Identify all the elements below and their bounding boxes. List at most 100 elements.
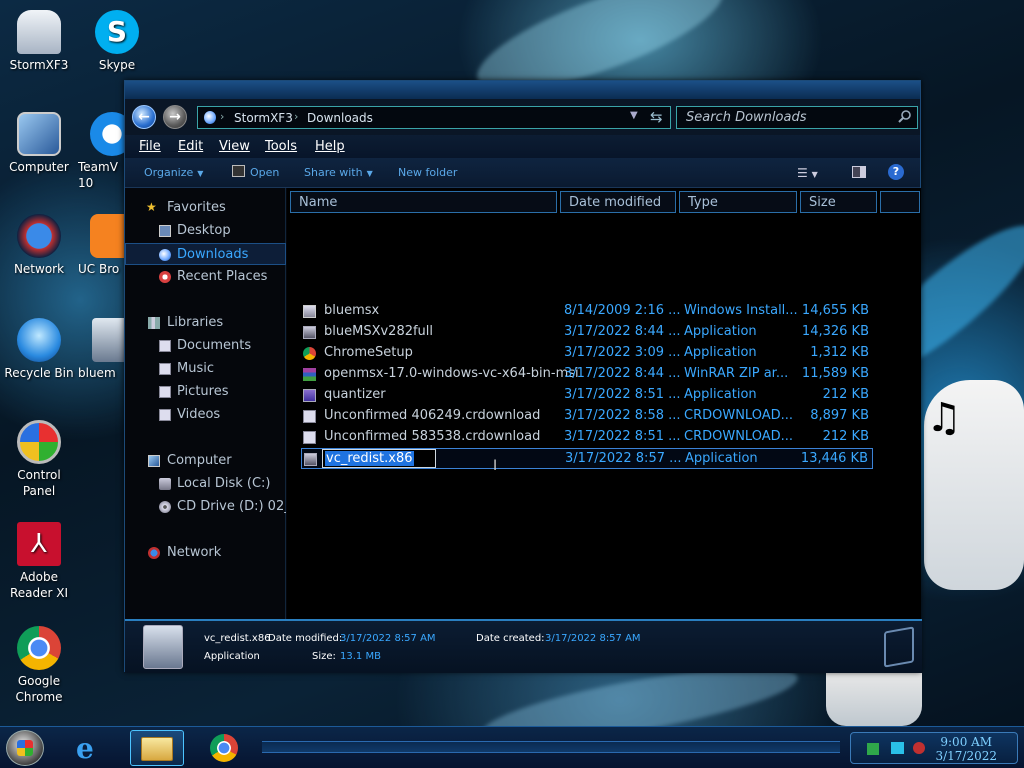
nav-computer[interactable]: Computer [125,450,286,472]
desktop-icon-computer[interactable]: Computer [0,112,78,175]
clock[interactable]: 9:00 AM 3/17/2022 [935,735,997,763]
organize-button[interactable]: Organize ▼ [144,166,203,179]
file-icon [303,431,316,444]
nav-local-disk[interactable]: Local Disk (C:) [125,473,286,495]
nav-recent-places[interactable]: Recent Places [125,266,286,288]
chevron-down-icon: ▼ [197,169,204,178]
chrome-setup-icon [303,347,316,360]
table-row[interactable]: ChromeSetup 3/17/2022 3:09 ... Applicati… [301,343,873,364]
recent-places-icon [159,271,171,283]
column-header-date-modified[interactable]: Date modified [560,191,676,213]
help-icon[interactable]: ? [888,164,904,180]
menu-tools[interactable]: Tools [265,139,297,154]
libraries-icon [148,317,160,329]
control-panel-icon [17,420,61,464]
chevron-down-icon: ▼ [366,169,373,178]
teamviewer-icon [90,112,124,156]
search-icon [898,110,911,123]
nav-cd-drive[interactable]: CD Drive (D:) 02_1 [125,496,286,518]
taskbar-track [262,741,840,753]
volume-icon[interactable] [913,742,925,754]
share-with-button[interactable]: Share with ▼ [304,166,373,179]
table-row[interactable]: bluemsx 8/14/2009 2:16 ... Windows Insta… [301,301,873,322]
table-row-selected[interactable]: vc_redist.x86 3/17/2022 8:57 ... Applica… [301,448,873,469]
table-row[interactable]: openmsx-17.0-windows-vc-x64-bin-msi 3/17… [301,364,873,385]
videos-icon [159,409,171,421]
nav-desktop[interactable]: Desktop [125,220,286,242]
menu-view[interactable]: View [219,139,250,154]
nav-favorites[interactable]: ★ Favorites [125,197,286,219]
start-button[interactable] [6,730,44,766]
desktop-icon-recycle-bin[interactable]: Recycle Bin [0,318,78,381]
chevron-down-icon[interactable]: ▼ [630,110,638,121]
taskbar-explorer[interactable] [130,730,184,766]
rename-input[interactable]: vc_redist.x86 [322,449,436,468]
column-header-size[interactable]: Size [800,191,877,213]
forward-button[interactable]: → [163,105,187,129]
refresh-icon[interactable]: ⇆ [650,108,663,126]
installer-icon [304,453,317,466]
nav-network[interactable]: Network [125,542,286,564]
search-input[interactable]: Search Downloads [676,106,918,129]
system-tray: 9:00 AM 3/17/2022 [850,732,1018,764]
back-button[interactable]: ← [132,105,156,129]
view-options-icon[interactable]: ☰ ▼ [797,166,818,180]
pictures-icon [159,386,171,398]
music-icon [159,363,171,375]
computer-icon [148,455,160,467]
address-bar[interactable]: › StormXF3 › Downloads ▼ ⇆ [197,106,671,129]
open-icon [232,165,245,177]
nav-libraries[interactable]: Libraries [125,312,286,334]
desktop-icon-teamviewer[interactable]: TeamV 10 [78,112,124,191]
taskbar-internet-explorer[interactable]: e [66,730,120,766]
menu-file[interactable]: File [139,139,161,154]
nav-music[interactable]: Music [125,358,286,380]
nav-pictures[interactable]: Pictures [125,381,286,403]
details-pane: vc_redist.x86 Date modified: 3/17/2022 8… [125,619,922,673]
navigation-bar: ← → › StormXF3 › Downloads ▼ ⇆ Search Do… [125,99,920,135]
column-header-type[interactable]: Type [679,191,797,213]
desktop-icon-skype[interactable]: S Skype [78,10,156,73]
breadcrumb-separator-icon: › [294,110,299,123]
breadcrumb-downloads[interactable]: Downloads [307,111,373,125]
nav-videos[interactable]: Videos [125,404,286,426]
desktop-icon-bluemsx[interactable]: bluem [78,318,124,381]
taskbar-chrome[interactable] [198,730,252,766]
table-row[interactable]: quantizer 3/17/2022 8:51 ... Application… [301,385,873,406]
desktop-icon-google-chrome[interactable]: Google Chrome [0,626,78,705]
nav-downloads[interactable]: Downloads [125,243,286,265]
desktop-icon-network[interactable]: Network [0,214,78,277]
column-header-name[interactable]: Name [290,191,557,213]
arrow-left-icon: ← [138,109,150,125]
user-folder-icon [17,10,61,54]
window-titlebar[interactable] [125,81,920,99]
preview-pane-icon[interactable] [852,166,866,178]
application-icon [303,389,316,402]
archive-icon [303,368,316,381]
desktop-icon-control-panel[interactable]: Control Panel [0,420,78,499]
menu-help[interactable]: Help [315,139,345,154]
location-icon [204,111,216,124]
network-tray-icon[interactable] [891,742,904,754]
table-row[interactable]: Unconfirmed 583538.crdownload 3/17/2022 … [301,427,873,448]
new-folder-button[interactable]: New folder [398,166,457,179]
command-toolbar: Organize ▼ Open Share with ▼ New folder ☰ … [125,158,920,188]
folder-icon [141,737,173,761]
nav-documents[interactable]: Documents [125,335,286,357]
application-icon [303,326,316,339]
desktop-icon-adobe-reader[interactable]: ⅄ Adobe Reader XI [0,522,78,601]
table-row[interactable]: Unconfirmed 406249.crdownload 3/17/2022 … [301,406,873,427]
column-header-filler [880,191,920,213]
menu-edit[interactable]: Edit [178,139,203,154]
action-center-icon[interactable] [867,743,879,755]
file-list: Name Date modified Type Size bluemsx 8/1… [287,188,921,619]
open-button[interactable]: Open [250,166,279,179]
installer-icon [303,305,316,318]
table-row[interactable]: blueMSXv282full 3/17/2022 8:44 ... Appli… [301,322,873,343]
breadcrumb-stormxf3[interactable]: StormXF3 [234,111,293,125]
chrome-icon [210,734,238,762]
desktop-icon-stormxf3[interactable]: StormXF3 [0,10,78,73]
desktop-icon-uc-browser[interactable]: UC Bro [78,214,124,277]
uc-browser-icon [90,214,124,258]
library-icon [884,626,914,668]
